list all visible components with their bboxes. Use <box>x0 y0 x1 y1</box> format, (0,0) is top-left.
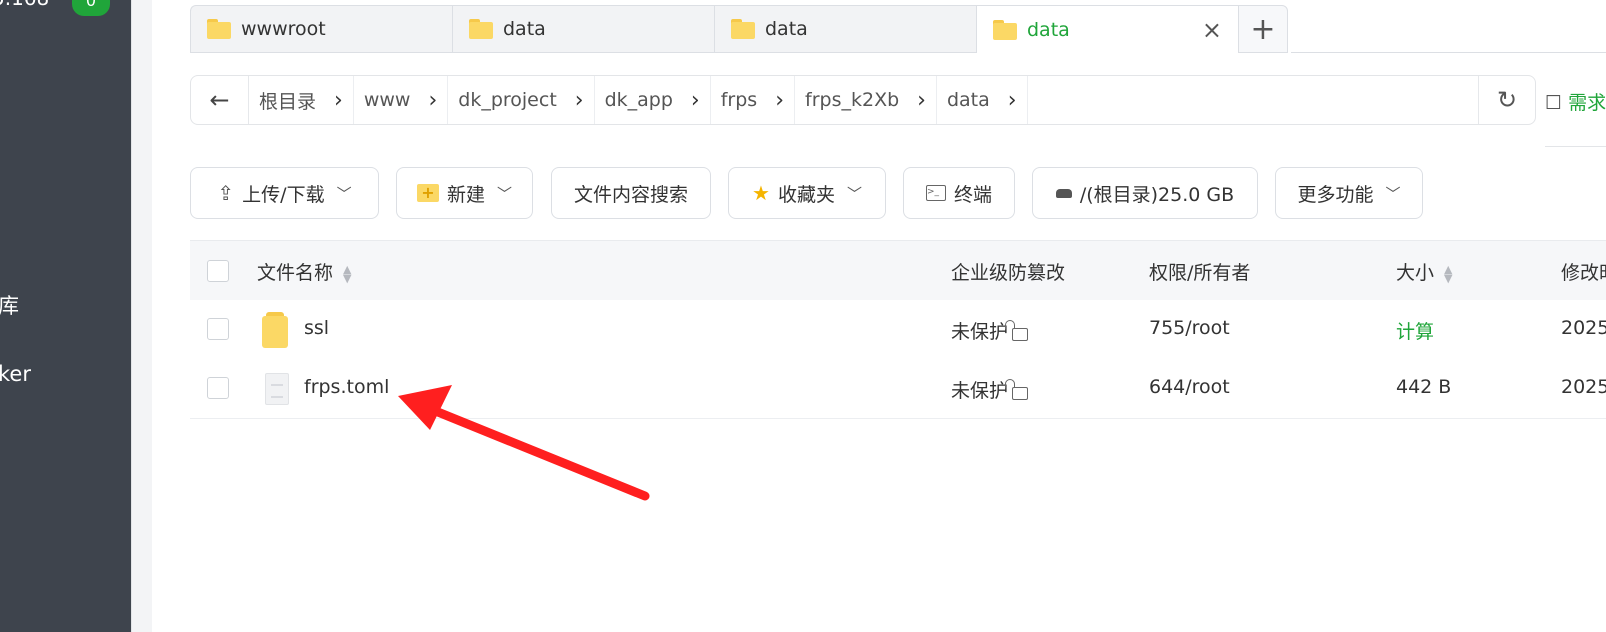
arrow-head <box>398 385 452 430</box>
annotation-arrow <box>398 385 650 501</box>
arrow-shaft <box>423 403 650 501</box>
